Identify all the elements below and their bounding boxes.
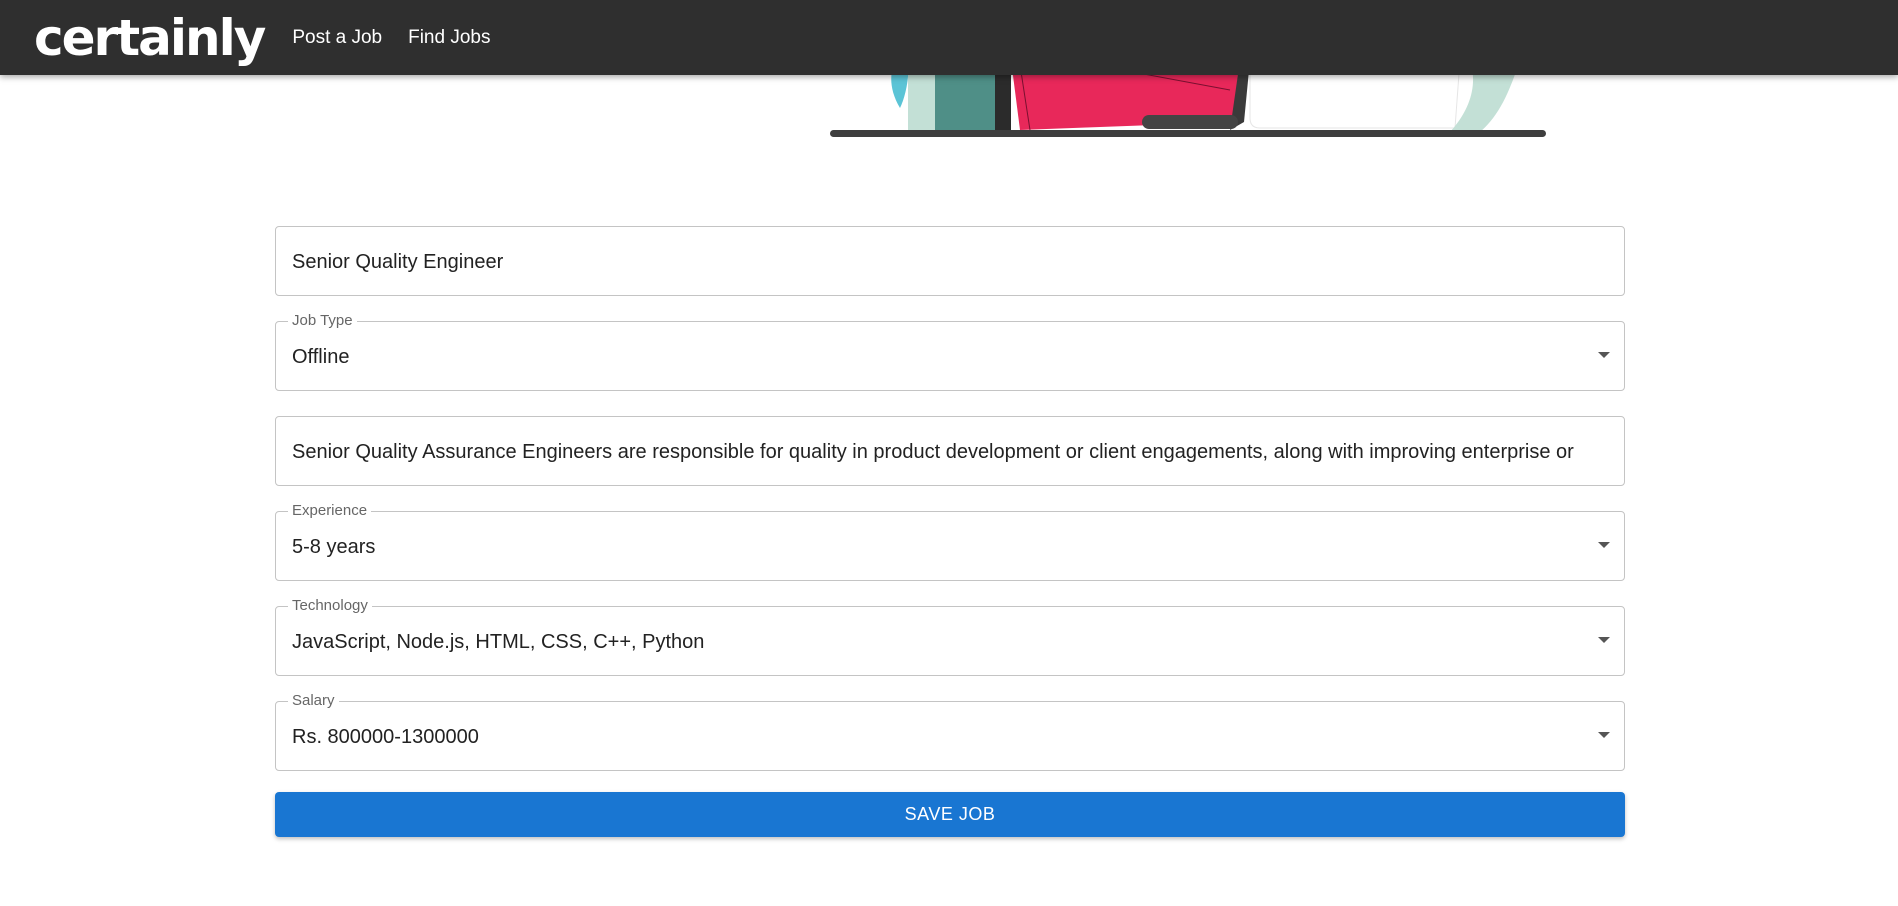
nav-find-jobs[interactable]: Find Jobs bbox=[408, 27, 490, 49]
salary-value: Rs. 800000-1300000 bbox=[292, 725, 479, 748]
hand-shape bbox=[1142, 115, 1238, 129]
job-type-select[interactable]: Job Type Offline bbox=[275, 312, 1625, 391]
description-value: Senior Quality Assurance Engineers are r… bbox=[292, 440, 1574, 463]
technology-value: JavaScript, Node.js, HTML, CSS, C++, Pyt… bbox=[292, 630, 705, 653]
experience-value: 5-8 years bbox=[292, 535, 376, 558]
technology-select[interactable]: Technology JavaScript, Node.js, HTML, CS… bbox=[275, 597, 1625, 676]
chevron-down-icon[interactable] bbox=[1598, 637, 1610, 643]
save-job-button[interactable]: SAVE JOB bbox=[275, 792, 1625, 837]
chevron-down-icon[interactable] bbox=[1598, 352, 1610, 358]
job-title-field[interactable]: Senior Quality Engineer bbox=[275, 226, 1625, 296]
job-type-value: Offline bbox=[292, 345, 350, 368]
job-form: Senior Quality Engineer Job Type Offline… bbox=[275, 226, 1625, 837]
experience-select[interactable]: Experience 5-8 years bbox=[275, 502, 1625, 581]
table-line bbox=[830, 130, 1546, 137]
description-field[interactable]: Senior Quality Assurance Engineers are r… bbox=[275, 416, 1625, 486]
job-title-value: Senior Quality Engineer bbox=[292, 250, 504, 273]
chevron-down-icon[interactable] bbox=[1598, 542, 1610, 548]
salary-select[interactable]: Salary Rs. 800000-1300000 bbox=[275, 692, 1625, 771]
logo[interactable]: certainly bbox=[34, 13, 266, 63]
top-navbar: certainly Post a Job Find Jobs bbox=[0, 0, 1898, 75]
nav-post-a-job[interactable]: Post a Job bbox=[292, 27, 382, 49]
chevron-down-icon[interactable] bbox=[1598, 732, 1610, 738]
